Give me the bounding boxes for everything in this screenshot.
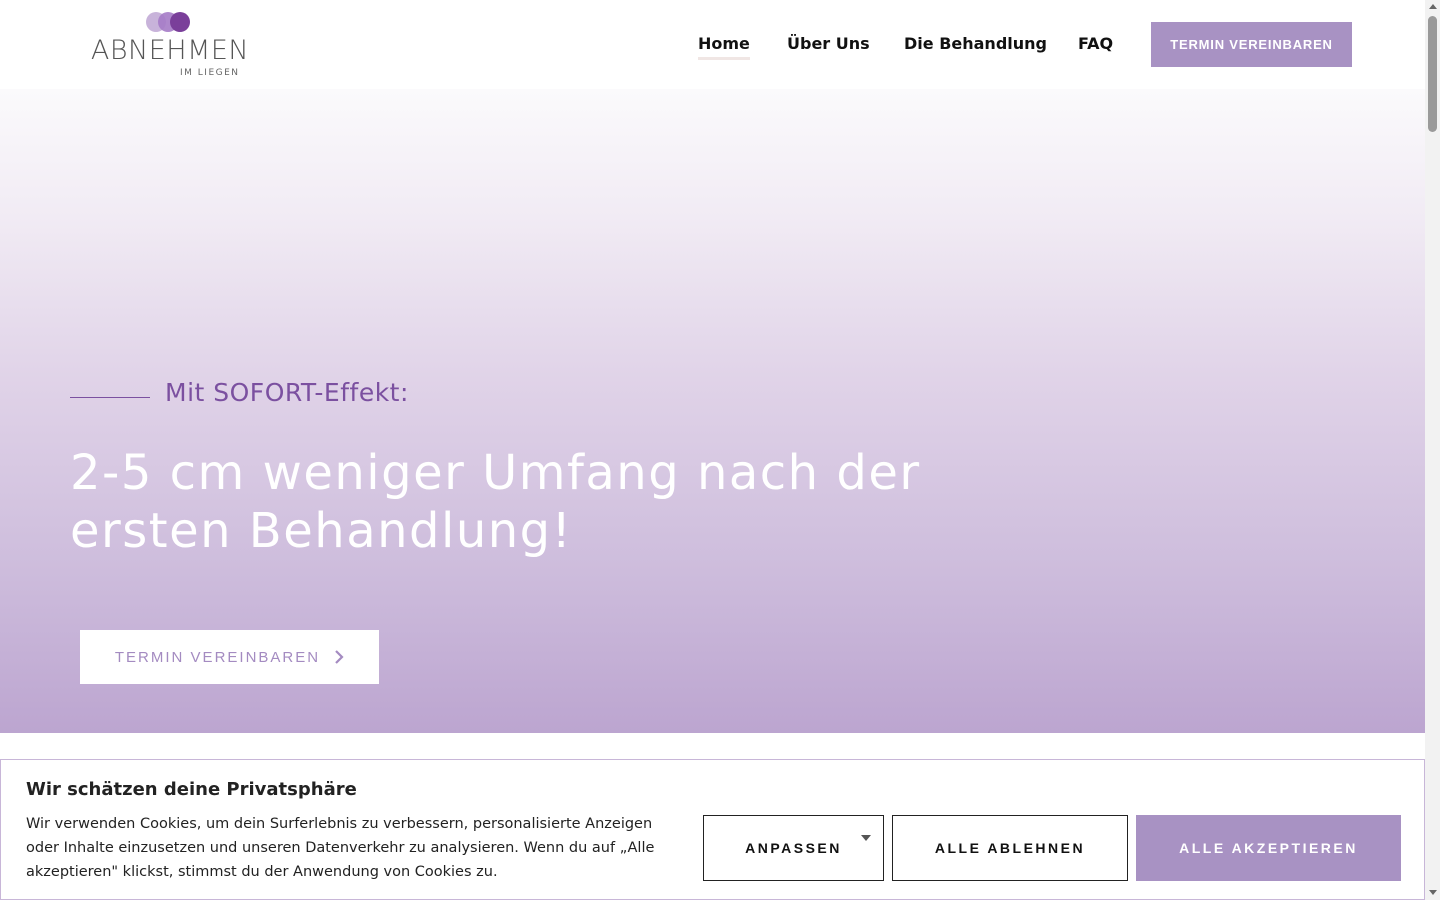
cookie-reject-button[interactable]: ALLE ABLEHNEN	[892, 815, 1128, 881]
nav-item-ueber-uns[interactable]: Über Uns	[787, 34, 870, 54]
cookie-accept-button[interactable]: ALLE AKZEPTIEREN	[1136, 815, 1401, 881]
scrollbar-thumb[interactable]	[1428, 16, 1437, 132]
hero-section: Mit SOFORT-Effekt: 2-5 cm weniger Umfang…	[0, 89, 1425, 733]
cookie-text: Wir verwenden Cookies, um dein Surferleb…	[26, 816, 655, 880]
header-appointment-button[interactable]: TERMIN VEREINBAREN	[1151, 22, 1352, 67]
hero-kicker-line	[70, 397, 150, 398]
scroll-down-arrow-icon[interactable]	[1429, 890, 1437, 895]
nav-item-die-behandlung[interactable]: Die Behandlung	[904, 34, 1047, 54]
cookie-banner: Wir schätzen deine Privatsphäre Wir verw…	[0, 759, 1425, 900]
cookie-title: Wir schätzen deine Privatsphäre	[26, 779, 357, 800]
hero-appointment-button[interactable]: TERMIN VEREINBAREN	[80, 630, 379, 684]
hero-title: 2-5 cm weniger Umfang nach der ersten Be…	[70, 445, 921, 559]
nav-item-home[interactable]: Home	[698, 34, 750, 60]
chevron-right-icon	[335, 650, 344, 664]
site-header: ABNEHMEN IM LIEGEN Home Über Uns Die Beh…	[0, 0, 1425, 89]
scroll-up-arrow-icon[interactable]	[1429, 4, 1437, 9]
caret-down-icon	[861, 835, 871, 841]
cookie-customize-label: ANPASSEN	[745, 840, 842, 856]
hero-kicker: Mit SOFORT-Effekt:	[165, 378, 409, 407]
page-scrollbar[interactable]	[1425, 0, 1440, 900]
hero-appointment-label: TERMIN VEREINBAREN	[114, 648, 321, 666]
cookie-customize-button[interactable]: ANPASSEN	[703, 815, 884, 881]
nav-item-faq[interactable]: FAQ	[1078, 34, 1113, 54]
